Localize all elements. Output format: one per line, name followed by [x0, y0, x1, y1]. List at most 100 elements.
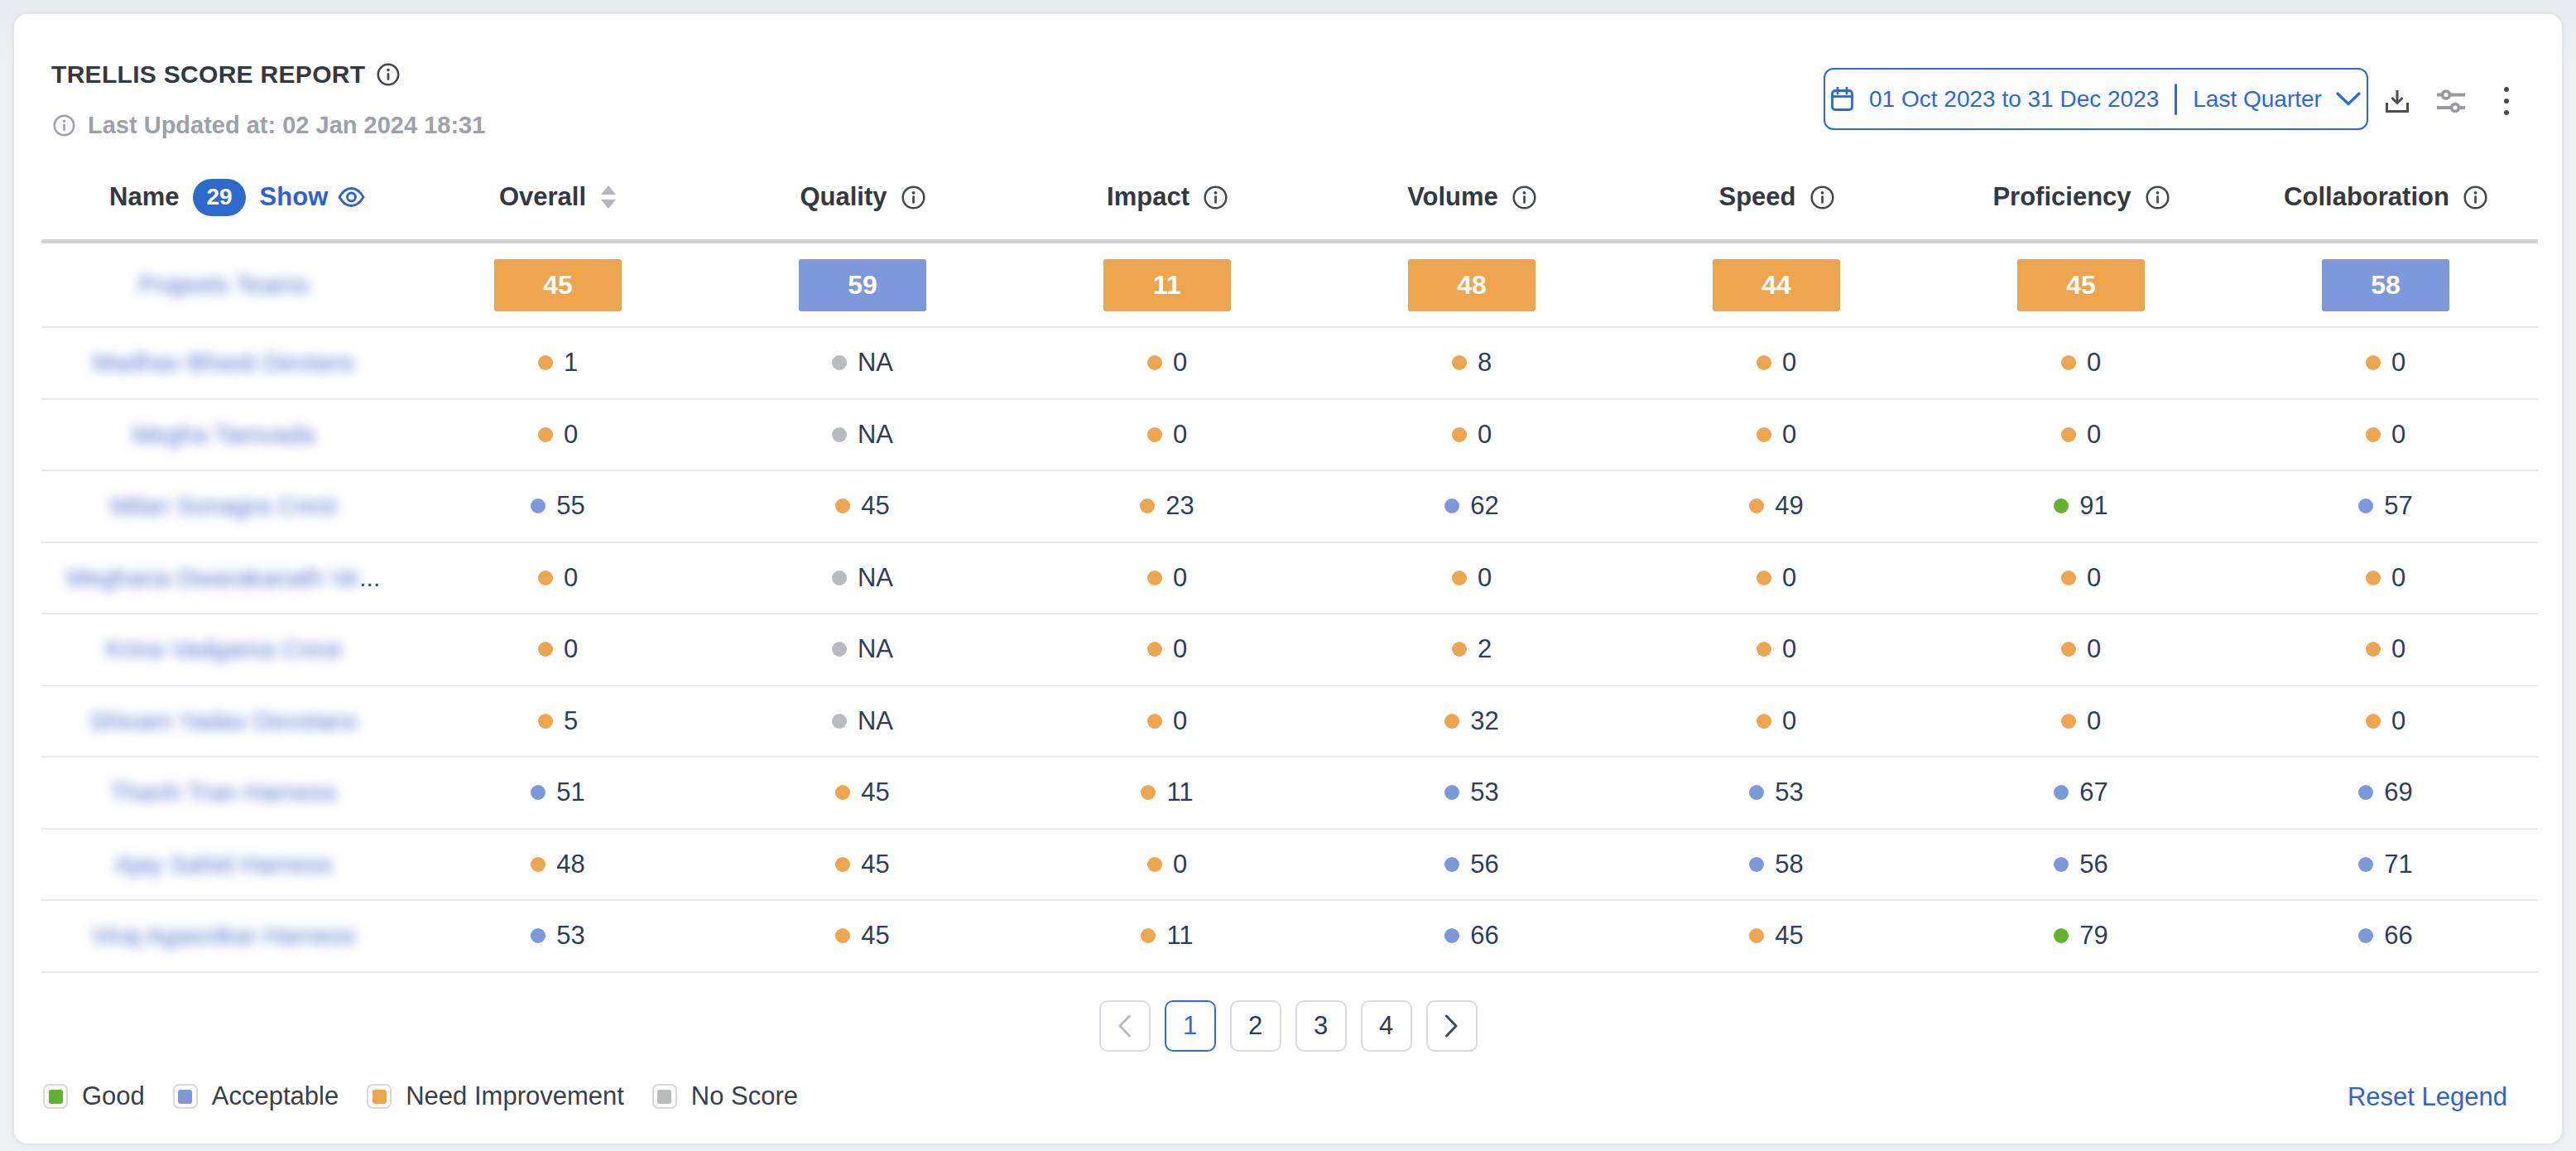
prev-page-button[interactable] [1099, 1000, 1151, 1052]
score-status-dot [2366, 642, 2381, 657]
download-icon[interactable] [2380, 84, 2415, 118]
cell-proficiency: 0 [1929, 348, 2233, 378]
row-name-text: Viraj Agasnikar Harness [91, 922, 356, 949]
score-value: 0 [564, 563, 578, 593]
score-box-impact: 11 [1103, 259, 1231, 311]
score-status-dot [1147, 642, 1162, 657]
score-value: 0 [1173, 348, 1187, 378]
column-label-volume: Volume [1407, 182, 1498, 212]
score-status-dot [538, 427, 553, 442]
cell-quality: NA [710, 420, 1015, 450]
sort-icon[interactable] [600, 185, 617, 209]
score-status-dot [1749, 785, 1764, 800]
legend-label: Good [82, 1081, 145, 1111]
score-status-dot [531, 857, 545, 872]
legend-checkbox-acceptable [173, 1084, 198, 1109]
column-label-speed: Speed [1718, 182, 1795, 212]
score-value: 66 [2384, 921, 2412, 951]
cell-impact: 0 [1015, 850, 1319, 879]
trellis-score-report-card: TRELLIS SCORE REPORT Last Updated at: 02… [12, 12, 2564, 1145]
date-btn-divider [2175, 84, 2177, 115]
page-button-1[interactable]: 1 [1165, 1000, 1216, 1052]
score-box-volume: 48 [1408, 259, 1536, 311]
score-status-dot [1444, 498, 1459, 513]
score-value: 56 [1470, 850, 1498, 879]
score-value: 62 [1470, 491, 1498, 521]
cell-speed: 44 [1624, 259, 1929, 311]
date-range-picker[interactable]: 01 Oct 2023 to 31 Dec 2023 Last Quarter [1824, 68, 2368, 130]
table-row: Viraj Agasnikar Harness53451166457966 [41, 901, 2538, 973]
legend-item-need[interactable]: Need Improvement [367, 1081, 624, 1111]
cell-quality: 59 [710, 259, 1015, 311]
legend-item-noscore[interactable]: No Score [652, 1081, 798, 1111]
cell-speed: 53 [1624, 778, 1929, 807]
info-icon[interactable] [2146, 185, 2170, 209]
info-icon[interactable] [1810, 185, 1834, 209]
score-value: 0 [2391, 420, 2405, 450]
legend-item-acceptable[interactable]: Acceptable [173, 1081, 339, 1111]
row-name-link[interactable]: Meghana Dwarakanath Ve... [41, 564, 406, 592]
info-icon[interactable] [1512, 185, 1536, 209]
score-value: 91 [2079, 491, 2107, 521]
title-info-icon[interactable] [377, 63, 400, 86]
column-header-proficiency: Proficiency [1929, 182, 2233, 212]
next-page-button[interactable] [1426, 1000, 1478, 1052]
row-name-link[interactable]: Prajeets Teams [41, 271, 406, 299]
row-name-link[interactable]: Viraj Agasnikar Harness [41, 922, 406, 950]
cell-volume: 0 [1319, 563, 1624, 593]
name-count-badge: 29 [193, 179, 245, 216]
cell-proficiency: 56 [1929, 850, 2233, 879]
score-value: 0 [2391, 634, 2405, 664]
score-status-dot [1749, 498, 1764, 513]
score-status-dot [2061, 571, 2076, 585]
score-value: 0 [1173, 563, 1187, 593]
score-status-dot [1147, 857, 1162, 872]
cell-collaboration: 58 [2233, 259, 2538, 311]
info-icon[interactable] [901, 185, 925, 209]
filter-sliders-icon[interactable] [2434, 84, 2468, 118]
info-icon[interactable] [2463, 185, 2487, 209]
score-value: 0 [2087, 348, 2101, 378]
legend-item-good[interactable]: Good [43, 1081, 145, 1111]
page-button-2[interactable]: 2 [1230, 1000, 1281, 1052]
page-button-4[interactable]: 4 [1361, 1000, 1412, 1052]
cell-proficiency: 67 [1929, 778, 2233, 807]
score-status-dot [1452, 571, 1467, 585]
reset-legend-link[interactable]: Reset Legend [2348, 1082, 2507, 1112]
info-icon[interactable] [1204, 185, 1228, 209]
row-name-text: Krina Vadgama Crest [106, 635, 342, 662]
cell-collaboration: 0 [2233, 634, 2538, 664]
row-name-link[interactable]: Milan Sonagra Crest [41, 492, 406, 520]
score-status-dot [2061, 642, 2076, 657]
score-status-dot [2358, 928, 2373, 943]
row-name-link[interactable]: Thanh Tran Harness [41, 778, 406, 807]
score-value: 0 [2391, 348, 2405, 378]
score-status-dot [1147, 427, 1162, 442]
score-status-dot [832, 642, 847, 657]
score-value: 32 [1470, 706, 1498, 736]
score-value: 56 [2079, 850, 2107, 879]
cell-quality: NA [710, 634, 1015, 664]
table-row: Madhav Bhasti Devtans1NA08000 [41, 328, 2538, 400]
score-value: 48 [556, 850, 584, 879]
score-status-dot [1141, 928, 1156, 943]
row-name-text: Ajay Sahid Harness [114, 850, 332, 878]
cell-impact: 0 [1015, 563, 1319, 593]
row-name-link[interactable]: Madhav Bhasti Devtans [41, 349, 406, 377]
score-status-dot [2061, 427, 2076, 442]
row-name-link[interactable]: Krina Vadgama Crest [41, 635, 406, 663]
score-value: 0 [2087, 563, 2101, 593]
score-status-dot [832, 571, 847, 585]
score-value: NA [858, 563, 893, 593]
score-value: 2 [1478, 634, 1492, 664]
page-button-3[interactable]: 3 [1295, 1000, 1347, 1052]
team-row: Prajeets Teams45591148444558 [41, 243, 2538, 328]
kebab-menu-icon[interactable] [2489, 84, 2524, 118]
cell-speed: 0 [1624, 348, 1929, 378]
cell-overall: 0 [406, 420, 710, 450]
pagination: 1234 [14, 1000, 2562, 1052]
row-name-link[interactable]: Shivam Yadav Devstans [41, 707, 406, 735]
row-name-link[interactable]: Megha Tamvada [41, 421, 406, 449]
row-name-link[interactable]: Ajay Sahid Harness [41, 850, 406, 879]
show-names-button[interactable]: Show [260, 182, 366, 212]
